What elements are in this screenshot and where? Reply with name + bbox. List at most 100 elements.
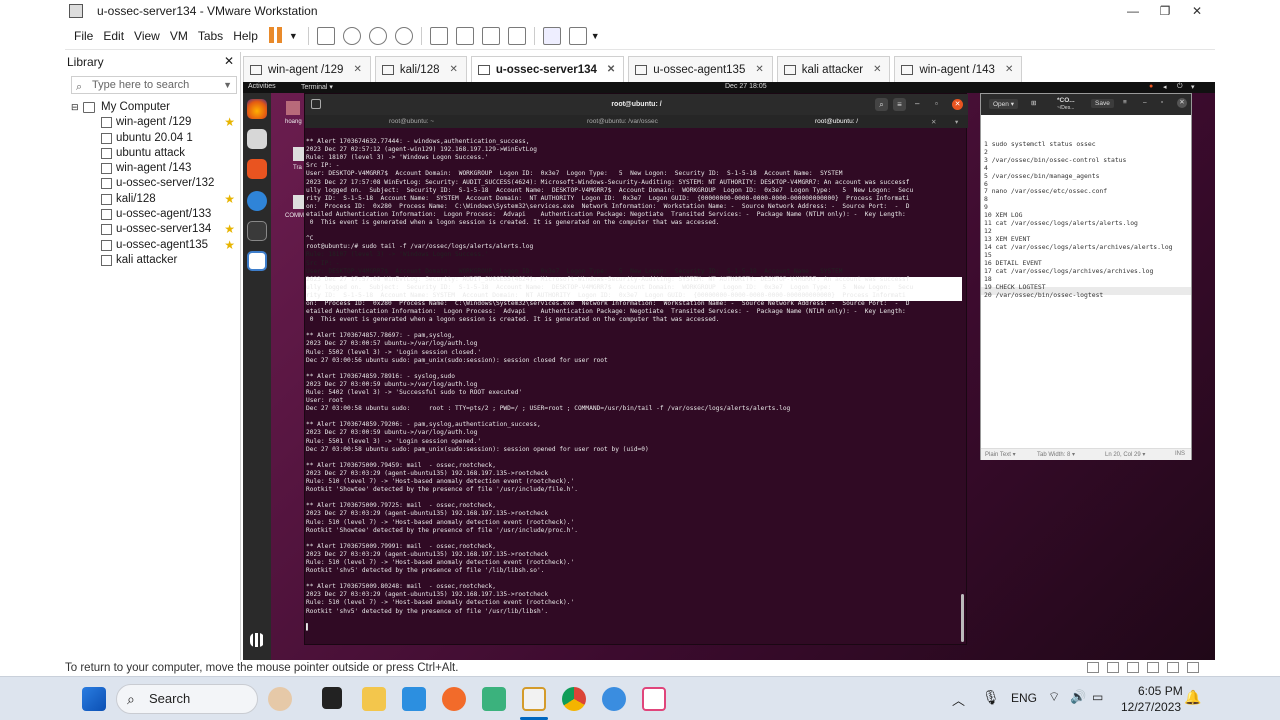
- library-vm-item[interactable]: win-agent /143: [71, 161, 237, 176]
- new-document-icon[interactable]: ⊞: [1031, 99, 1036, 107]
- battery-icon[interactable]: ▭: [1092, 690, 1103, 704]
- snapshot-icon[interactable]: [342, 26, 361, 45]
- wifi-icon[interactable]: ⌔: [1048, 689, 1060, 705]
- device-icon[interactable]: [1147, 662, 1159, 673]
- language-indicator[interactable]: ENG: [1011, 691, 1037, 705]
- network-icon[interactable]: ●: [1149, 83, 1153, 90]
- terminal-output[interactable]: ** Alert 1703674632.77444: - windows,aut…: [306, 130, 962, 642]
- tab-close-icon[interactable]: ✕: [353, 64, 361, 75]
- minimize-button[interactable]: —: [1119, 0, 1147, 22]
- chrome-icon[interactable]: [562, 687, 586, 711]
- vscode-icon[interactable]: [402, 687, 426, 711]
- search-dropdown-icon[interactable]: ▼: [223, 77, 232, 93]
- open-button[interactable]: Open ▾: [989, 99, 1018, 109]
- help-icon[interactable]: [247, 191, 267, 211]
- tab-width-selector[interactable]: Tab Width: 8 ▾: [1037, 451, 1075, 458]
- tab-close-icon[interactable]: ✕: [873, 64, 881, 75]
- editor-text-area[interactable]: 1 sudo systemctl status ossec 2 3 /var/oss…: [981, 115, 1191, 448]
- activities-button[interactable]: Activities: [248, 83, 276, 90]
- library-vm-item[interactable]: ubuntu attack: [71, 146, 237, 161]
- guest-screen[interactable]: Activities Terminal ▾ Dec 27 18:05 ● ◂ ⏻…: [243, 82, 1215, 660]
- menu-file[interactable]: File: [69, 29, 98, 43]
- console-view-icon[interactable]: [542, 26, 561, 45]
- volume-icon[interactable]: ◂: [1163, 83, 1167, 91]
- collapse-icon[interactable]: ⊟: [71, 100, 79, 115]
- library-vm-item[interactable]: win-agent /129 ★: [71, 115, 237, 130]
- vmware-icon[interactable]: [522, 687, 546, 711]
- chevron-up-icon[interactable]: ︿: [952, 690, 965, 709]
- microphone-icon[interactable]: 🎙: [982, 689, 1000, 706]
- file-explorer-icon[interactable]: [362, 687, 386, 711]
- vm-tab[interactable]: u-ossec-server134 ✕: [470, 56, 625, 82]
- search-highlight-icon[interactable]: [268, 687, 292, 711]
- taskbar-search[interactable]: ⌕ Search: [116, 684, 258, 714]
- close-button[interactable]: ✕: [1183, 0, 1211, 22]
- text-editor-window[interactable]: Open ▾ ⊞ *CO... ~/Des... Save ≡ – ▫ ✕ 1 …: [980, 93, 1192, 460]
- vm-tab[interactable]: win-agent /129 ✕: [243, 56, 371, 82]
- minimize-icon[interactable]: –: [1143, 99, 1147, 106]
- show-apps-icon[interactable]: [250, 633, 264, 647]
- save-button[interactable]: Save: [1091, 99, 1114, 108]
- send-ctrl-alt-del-icon[interactable]: [316, 26, 335, 45]
- library-vm-item[interactable]: ubuntu 20.04 1: [71, 131, 237, 146]
- stretch-dropdown-icon[interactable]: ▼: [591, 31, 600, 41]
- unity-icon[interactable]: [507, 26, 526, 45]
- terminal-icon[interactable]: [247, 221, 267, 241]
- device-icon[interactable]: [1187, 662, 1199, 673]
- menu-edit[interactable]: Edit: [98, 29, 129, 43]
- device-icon[interactable]: [1087, 662, 1099, 673]
- favorite-star-icon[interactable]: ★: [224, 238, 235, 253]
- notification-icon[interactable]: 🔔: [1184, 689, 1201, 706]
- app-icon[interactable]: [602, 687, 626, 711]
- minimize-icon[interactable]: –: [915, 99, 919, 108]
- clock-date[interactable]: 12/27/2023: [1121, 700, 1181, 714]
- menu-tabs[interactable]: Tabs: [193, 29, 228, 43]
- library-vm-item[interactable]: kali/128 ★: [71, 192, 237, 207]
- device-icon[interactable]: [1107, 662, 1119, 673]
- home-folder-icon[interactable]: [286, 101, 300, 115]
- postman-icon[interactable]: [442, 687, 466, 711]
- text-editor-icon[interactable]: [247, 251, 267, 271]
- maximize-button[interactable]: ❐: [1151, 0, 1179, 22]
- library-search-input[interactable]: ⌕ Type here to search ▼: [71, 76, 237, 94]
- firefox-icon[interactable]: [247, 99, 267, 119]
- library-vm-item[interactable]: kali attacker: [71, 253, 237, 268]
- library-close-icon[interactable]: ✕: [224, 54, 234, 68]
- menu-icon[interactable]: ≡: [1123, 99, 1127, 106]
- software-icon[interactable]: [247, 159, 267, 179]
- terminal-app-menu[interactable]: Terminal ▾: [301, 83, 333, 91]
- pause-dropdown-icon[interactable]: ▼: [289, 31, 298, 41]
- vm-tab[interactable]: u-ossec-agent135 ✕: [628, 56, 773, 82]
- clock-time[interactable]: 6:05 PM: [1138, 684, 1183, 698]
- tab-close-icon[interactable]: ✕: [607, 64, 615, 75]
- vm-tab[interactable]: win-agent /143 ✕: [894, 56, 1023, 82]
- task-view-icon[interactable]: [322, 687, 342, 709]
- vm-tab[interactable]: kali/128 ✕: [374, 56, 467, 82]
- cursor-position[interactable]: Ln 20, Col 29 ▾: [1105, 451, 1145, 458]
- tabs-dropdown-icon[interactable]: ▾: [955, 118, 958, 126]
- tab-close-icon[interactable]: ✕: [1005, 64, 1013, 75]
- library-vm-item[interactable]: u-ossec-agent135 ★: [71, 238, 237, 253]
- start-icon[interactable]: [82, 687, 106, 711]
- close-icon[interactable]: ✕: [952, 99, 963, 110]
- snipping-tool-icon[interactable]: [642, 687, 666, 711]
- volume-icon[interactable]: 🔊: [1070, 689, 1086, 705]
- device-icon[interactable]: [1167, 662, 1179, 673]
- favorite-star-icon[interactable]: ★: [224, 192, 235, 207]
- terminal-tab-1[interactable]: root@ubuntu: ~: [389, 118, 434, 125]
- maximize-icon[interactable]: ▫: [1161, 99, 1163, 106]
- power-icon[interactable]: ⏻: [1177, 83, 1183, 91]
- show-library-icon[interactable]: [429, 26, 448, 45]
- tab-close-icon[interactable]: ✕: [449, 64, 457, 75]
- terminal-tab-3[interactable]: root@ubuntu: /: [815, 118, 858, 125]
- pause-icon[interactable]: [268, 26, 283, 45]
- favorite-star-icon[interactable]: ★: [224, 222, 235, 237]
- files-icon[interactable]: [247, 129, 267, 149]
- language-selector[interactable]: Plain Text ▾: [985, 451, 1016, 458]
- terminal-tab-2[interactable]: root@ubuntu: /var/ossec: [587, 118, 658, 125]
- device-icon[interactable]: [1127, 662, 1139, 673]
- app-icon[interactable]: [482, 687, 506, 711]
- close-icon[interactable]: ✕: [1177, 98, 1187, 108]
- full-screen-icon[interactable]: [481, 26, 500, 45]
- library-vm-item[interactable]: u-ossec-server134 ★: [71, 222, 237, 237]
